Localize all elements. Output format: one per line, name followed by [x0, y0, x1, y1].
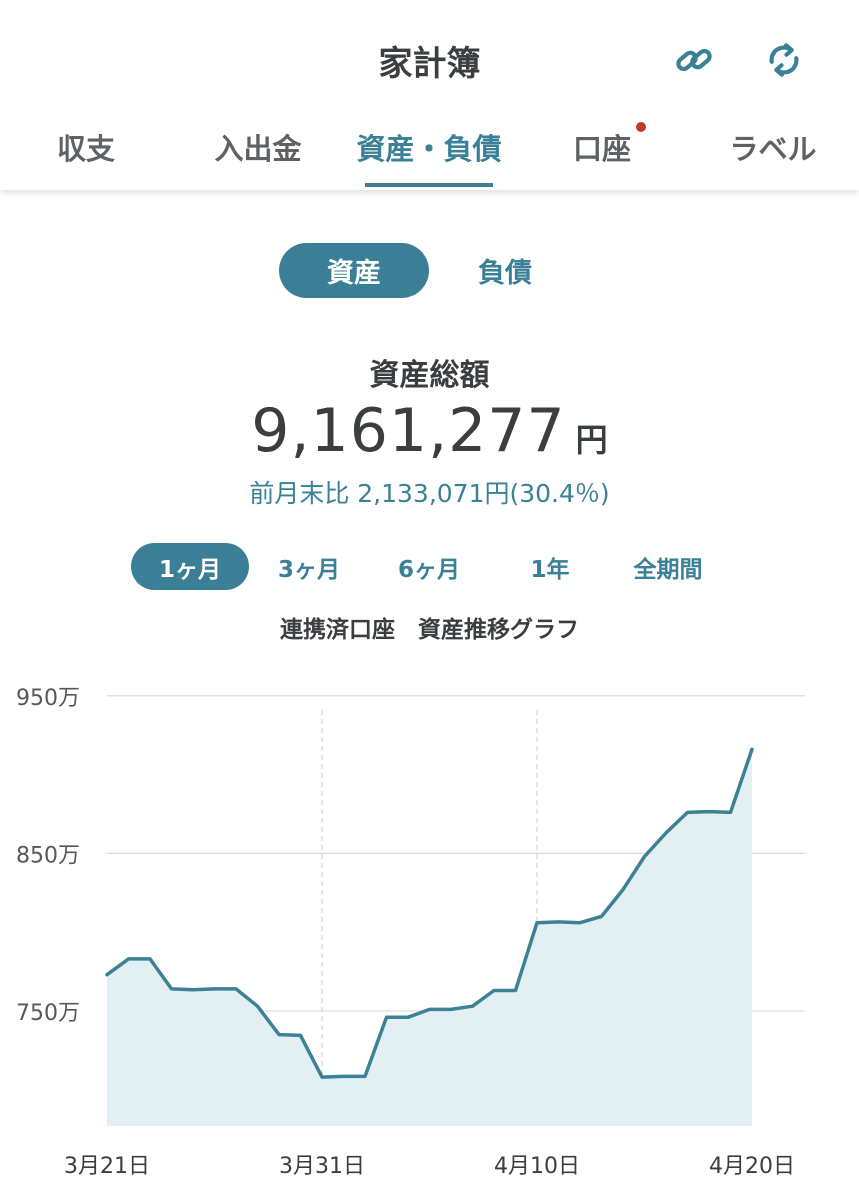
data-point [320, 1075, 324, 1079]
asset-area-fill [107, 749, 752, 1126]
data-point [148, 957, 152, 961]
y-tick-label: 950万 [16, 686, 80, 711]
y-tick-label: 850万 [16, 843, 80, 868]
app-header: 家計簿 収支 入出金 資産・負債 口座 ラベル [0, 0, 859, 190]
data-point [105, 973, 109, 976]
asset-trend-chart: 950万 850万 750万 3月21日 3月31日 4月10日 4月20日 [16, 686, 805, 1179]
data-point [299, 1034, 302, 1037]
data-point [621, 888, 625, 891]
period-6-months[interactable]: 6ヶ月 [375, 543, 483, 590]
tab-accounts[interactable]: 口座 [570, 126, 634, 168]
main-tabs: 収支 入出金 資産・負債 口座 ラベル [0, 110, 859, 190]
total-assets-label: 資産総額 [369, 358, 490, 393]
period-all-time[interactable]: 全期間 [612, 543, 724, 590]
data-point [170, 987, 173, 991]
data-point [127, 957, 130, 961]
x-tick-label: 4月10日 [494, 1154, 580, 1179]
data-point [256, 1005, 259, 1008]
data-point [492, 989, 496, 992]
data-point [471, 1005, 474, 1008]
liability-segment-button[interactable]: 負債 [430, 243, 580, 298]
active-tab-indicator [365, 183, 493, 187]
x-tick-label: 3月31日 [279, 1154, 365, 1179]
data-point [729, 811, 732, 814]
accounts-notification-badge [636, 122, 646, 132]
data-point [514, 989, 517, 992]
sync-icon[interactable] [760, 36, 808, 84]
data-point [643, 855, 646, 858]
x-tick-label: 4月20日 [709, 1154, 795, 1179]
data-point [535, 921, 539, 924]
data-point [213, 987, 216, 991]
app-title: 家計簿 [378, 44, 481, 84]
period-1-month[interactable]: 1ヶ月 [131, 543, 249, 590]
link-icon[interactable] [670, 36, 718, 84]
data-point [557, 920, 560, 924]
asset-trend-graph-title: 連携済口座 資産推移グラフ [280, 617, 579, 643]
data-point [342, 1075, 345, 1078]
total-assets-unit: 円 [575, 421, 608, 459]
data-point [191, 988, 195, 991]
data-point [600, 915, 603, 918]
tab-deposits-withdrawals[interactable]: 入出金 [212, 126, 304, 168]
tab-assets-liabilities[interactable]: 資産・負債 [352, 126, 506, 168]
data-point [707, 810, 711, 813]
x-tick-label: 3月21日 [64, 1154, 150, 1179]
data-point [578, 921, 582, 924]
period-3-months[interactable]: 3ヶ月 [255, 543, 363, 590]
data-point [750, 748, 754, 751]
tab-labels[interactable]: ラベル [728, 126, 818, 168]
month-end-comparison: 前月末比 2,133,071円(30.4％) [249, 479, 610, 508]
data-point [664, 831, 668, 835]
data-point [363, 1075, 367, 1078]
data-point [385, 1016, 388, 1019]
data-point [449, 1008, 453, 1011]
data-point [277, 1033, 281, 1036]
data-point [686, 811, 689, 814]
data-point [406, 1016, 410, 1019]
tab-income-expense[interactable]: 収支 [55, 126, 117, 168]
y-tick-label: 750万 [16, 1001, 80, 1026]
data-point [428, 1008, 431, 1011]
total-assets-amount: 9,161,277 [251, 396, 566, 466]
total-assets-row: 9,161,277 円 [0, 396, 859, 466]
asset-segment-button[interactable]: 資産 [279, 243, 429, 298]
data-point [234, 987, 238, 991]
period-1-year[interactable]: 1年 [505, 543, 595, 590]
